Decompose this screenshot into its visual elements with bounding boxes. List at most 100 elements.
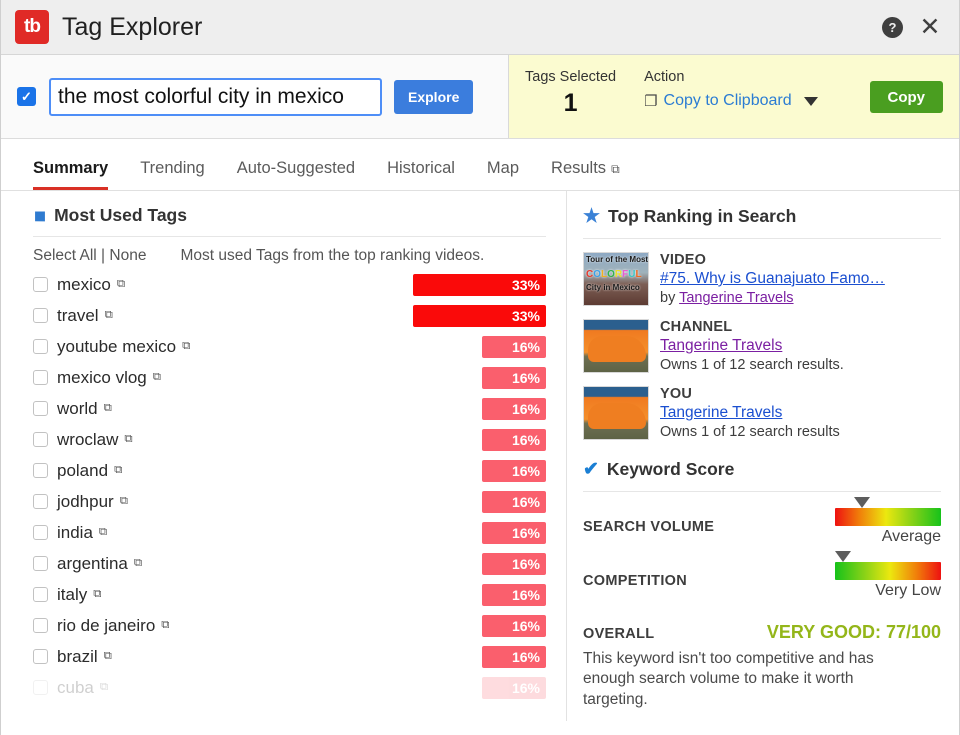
tag-row[interactable]: brazil ⧉ 16% [33, 641, 546, 672]
search-input[interactable] [49, 77, 382, 116]
keyword-score-heading: ✔ Keyword Score [583, 458, 941, 492]
tag-percent-bar: 16% [482, 614, 546, 637]
tag-percent-bar: 16% [482, 490, 546, 513]
tag-bar-wrap: 33% [413, 273, 546, 296]
meter-marker-icon [835, 551, 852, 562]
ranking-item: YOU Tangerine Travels Owns 1 of 12 search … [583, 386, 941, 440]
tag-bar-wrap: 16% [413, 490, 546, 513]
ranking-item-body: VIDEO #75. Why is Guanajuato Famo… by Tang… [660, 252, 885, 306]
tag-row[interactable]: argentina ⧉ 16% [33, 548, 546, 579]
tab-label: Trending [140, 159, 205, 177]
meter-label: SEARCH VOLUME [583, 519, 715, 535]
tag-checkbox[interactable] [33, 649, 48, 664]
tag-checkbox[interactable] [33, 339, 48, 354]
external-link-icon[interactable]: ⧉ [104, 402, 112, 415]
tag-row[interactable]: mexico vlog ⧉ 16% [33, 362, 546, 393]
tag-row[interactable]: youtube mexico ⧉ 16% [33, 331, 546, 362]
tag-checkbox[interactable] [33, 432, 48, 447]
tag-percent-bar: 16% [482, 583, 546, 606]
tag-label: poland [57, 460, 109, 480]
tag-row[interactable]: italy ⧉ 16% [33, 579, 546, 610]
tubebuddy-logo-icon: tb [15, 10, 49, 44]
tag-row[interactable]: world ⧉ 16% [33, 393, 546, 424]
explore-button[interactable]: Explore [394, 79, 474, 114]
overall-row: OVERALL VERY GOOD: 77/100 [583, 622, 941, 643]
external-link-icon[interactable]: ⧉ [99, 526, 107, 539]
external-link-icon[interactable]: ⧉ [124, 433, 132, 446]
external-link-icon[interactable]: ⧉ [120, 495, 128, 508]
keyword-checkbox[interactable]: ✓ [17, 87, 36, 106]
ranking-item-title-link[interactable]: #75. Why is Guanajuato Famo… [660, 270, 885, 288]
tag-checkbox[interactable] [33, 587, 48, 602]
meter-value-text: Average [881, 528, 941, 545]
tag-label: youtube mexico [57, 336, 177, 356]
tab-label: Map [486, 159, 520, 177]
tag-checkbox[interactable] [33, 680, 48, 695]
overall-description: This keyword isn't too competitive and h… [583, 650, 874, 708]
help-icon[interactable]: ? [882, 16, 903, 38]
tag-row[interactable]: rio de janeiro ⧉ 16% [33, 610, 546, 641]
meter-gauge: Very Low [835, 551, 941, 600]
overall-label: OVERALL [583, 626, 655, 642]
tab-results[interactable]: Results ⧉ [535, 159, 636, 190]
tab-trending[interactable]: Trending [124, 159, 221, 190]
tag-checkbox[interactable] [33, 463, 48, 478]
external-link-icon[interactable]: ⧉ [93, 588, 101, 601]
external-link-icon[interactable]: ⧉ [161, 619, 169, 632]
tag-row[interactable]: wroclaw ⧉ 16% [33, 424, 546, 455]
ranking-item-title-link[interactable]: Tangerine Travels [660, 337, 844, 355]
external-link-icon: ⧉ [611, 162, 620, 176]
ranking-item-title-link[interactable]: Tangerine Travels [660, 404, 840, 422]
tag-label: jodhpur [57, 491, 114, 511]
byline-channel-link[interactable]: Tangerine Travels [679, 290, 793, 306]
tag-row[interactable]: jodhpur ⧉ 16% [33, 486, 546, 517]
tag-percent-bar: 16% [482, 645, 546, 668]
ranking-item-kind: YOU [660, 386, 693, 402]
tag-checkbox[interactable] [33, 618, 48, 633]
tag-row[interactable]: cuba ⧉ 16% [33, 672, 546, 703]
top-ranking-heading: ★ Top Ranking in Search [583, 205, 941, 239]
meter-list: SEARCH VOLUME Average COMPETITION Very Low [583, 497, 941, 600]
tag-row[interactable]: poland ⧉ 16% [33, 455, 546, 486]
tab-summary[interactable]: Summary [33, 159, 124, 190]
external-link-icon[interactable]: ⧉ [105, 309, 113, 322]
tag-row[interactable]: india ⧉ 16% [33, 517, 546, 548]
tab-historical[interactable]: Historical [371, 159, 471, 190]
tag-bar-wrap: 16% [413, 335, 546, 358]
tag-checkbox[interactable] [33, 370, 48, 385]
tag-checkbox[interactable] [33, 277, 48, 292]
tag-row[interactable]: travel ⧉ 33% [33, 300, 546, 331]
ranking-item: Tour of the Most COLORFUL City in Mexico VI… [583, 252, 941, 306]
external-link-icon[interactable]: ⧉ [134, 557, 142, 570]
copy-button[interactable]: Copy [869, 81, 943, 113]
external-link-icon[interactable]: ⧉ [114, 464, 122, 477]
tag-bar-wrap: 16% [413, 459, 546, 482]
external-link-icon[interactable]: ⧉ [117, 278, 125, 291]
tags-selected-count: 1 [563, 89, 578, 117]
tag-label: wroclaw [57, 429, 119, 449]
tag-percent-bar: 16% [482, 521, 546, 544]
tag-row[interactable]: mexico ⧉ 33% [33, 269, 546, 300]
tag-label: world [57, 398, 98, 418]
tab-map[interactable]: Map [471, 159, 535, 190]
external-link-icon[interactable]: ⧉ [153, 371, 161, 384]
external-link-icon[interactable]: ⧉ [104, 650, 112, 663]
most-used-tags-panel: ◆ Most Used Tags Select All | None Most … [1, 191, 567, 721]
meter-gauge: Average [835, 497, 941, 546]
external-link-icon[interactable]: ⧉ [182, 340, 190, 353]
tag-checkbox[interactable] [33, 494, 48, 509]
select-all-none-link[interactable]: Select All | None [33, 247, 146, 265]
search-zone: ✓ Explore [1, 55, 509, 138]
tag-percent-bar: 33% [413, 273, 546, 296]
close-icon[interactable]: ✕ [919, 14, 941, 39]
action-dropdown[interactable]: ❐ Copy to Clipboard [644, 92, 818, 110]
most-used-tags-title: Most Used Tags [54, 205, 187, 225]
tab-auto-suggested[interactable]: Auto-Suggested [221, 159, 371, 190]
tag-bar-wrap: 16% [413, 552, 546, 575]
tag-checkbox[interactable] [33, 308, 48, 323]
tag-checkbox[interactable] [33, 401, 48, 416]
tag-checkbox[interactable] [33, 556, 48, 571]
tag-checkbox[interactable] [33, 525, 48, 540]
external-link-icon[interactable]: ⧉ [100, 681, 108, 694]
meter-marker-icon [853, 497, 870, 508]
